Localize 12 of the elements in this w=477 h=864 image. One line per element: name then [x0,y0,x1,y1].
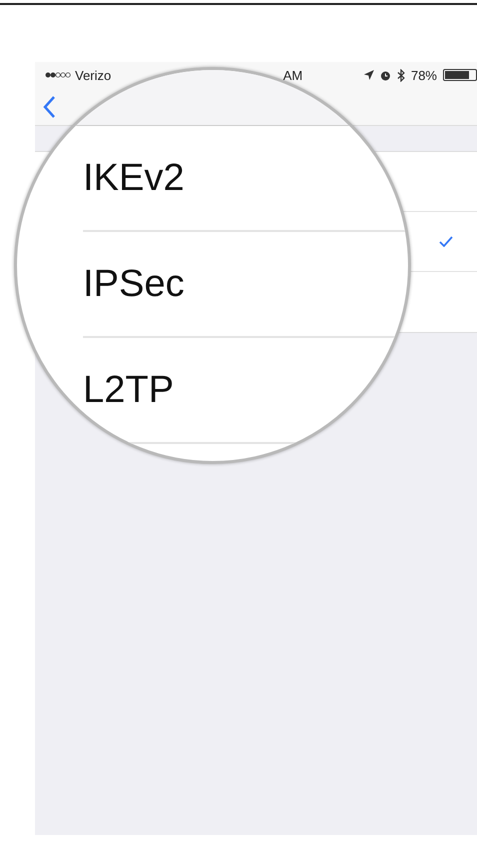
back-chevron-icon[interactable] [43,96,55,118]
carrier-name: Verizo [75,68,112,82]
status-time: AM [283,68,303,82]
battery-icon [443,69,477,81]
battery-percent: 78% [410,68,437,82]
signal-dots-icon [45,72,71,78]
vpn-type-label[interactable]: L2TP [83,371,174,409]
location-arrow-icon [364,70,374,80]
alarm-clock-icon [380,70,391,80]
bluetooth-icon [396,68,405,82]
vpn-type-label[interactable]: IPSec [83,265,184,303]
vpn-type-label[interactable]: IKEv2 [83,159,184,197]
